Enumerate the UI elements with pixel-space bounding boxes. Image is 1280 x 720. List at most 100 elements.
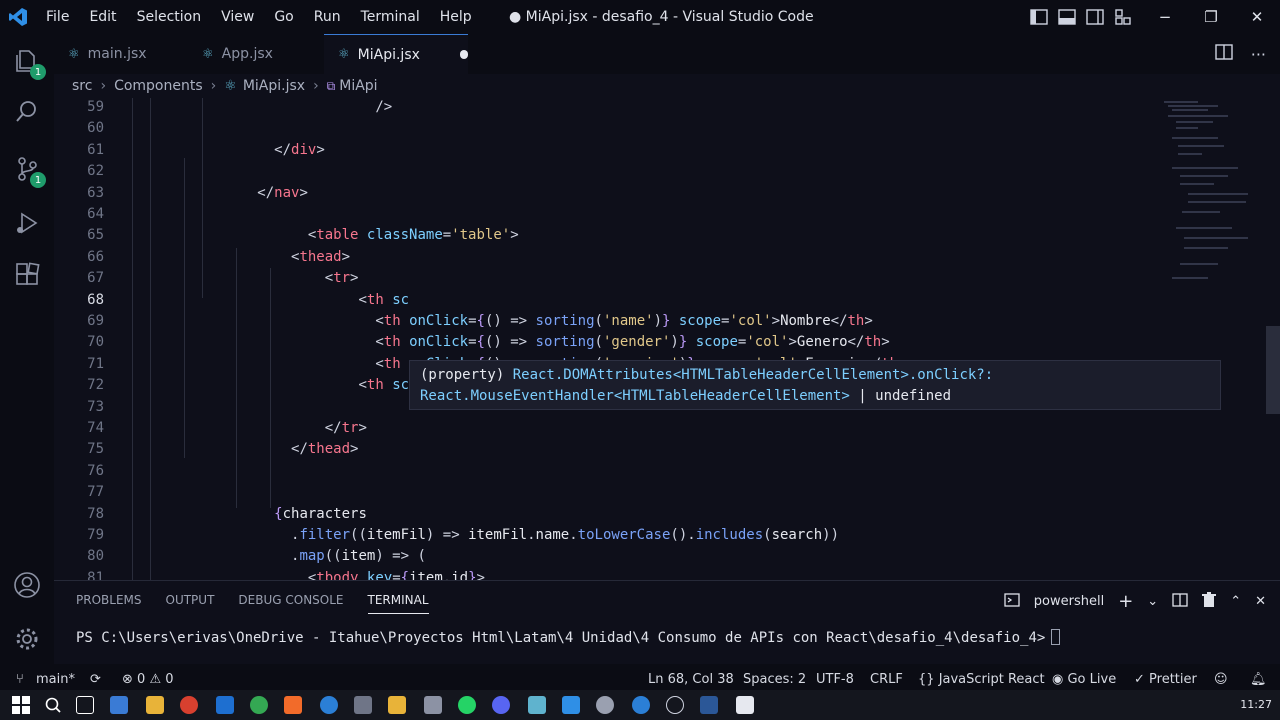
account-icon[interactable] (12, 570, 42, 600)
panel-actions: powershell + ⌄ ⌃ ✕ (1004, 591, 1266, 612)
menu-edit[interactable]: Edit (79, 0, 126, 34)
editor-scrollbar[interactable] (1266, 326, 1280, 414)
code-line[interactable]: <th onClick={() => sorting('name')} scop… (375, 313, 872, 329)
split-editor-icon[interactable] (1215, 43, 1233, 65)
customize-layout-icon[interactable] (1114, 8, 1132, 26)
breadcrumb-file[interactable]: MiApi.jsx (243, 78, 305, 94)
windows-start-icon[interactable] (12, 696, 30, 714)
outlook-icon[interactable] (216, 696, 234, 714)
code-token: key (366, 569, 393, 580)
tab-terminal[interactable]: TERMINAL (367, 593, 429, 614)
taskbar-app-icon[interactable] (632, 696, 650, 714)
discord-icon[interactable] (492, 696, 510, 714)
extensions-icon[interactable] (12, 260, 42, 290)
code-line[interactable]: <thead> (291, 249, 350, 265)
code-line[interactable]: {characters (274, 506, 367, 522)
taskbar-app-icon[interactable] (424, 696, 442, 714)
breadcrumb-src[interactable]: src (72, 78, 92, 94)
code-token: sorting (535, 313, 595, 329)
code-line[interactable]: <table className='table'> (308, 227, 519, 243)
whatsapp-icon[interactable] (458, 696, 476, 714)
taskbar-app-icon[interactable] (354, 696, 372, 714)
taskbar-app-icon[interactable] (666, 696, 684, 714)
chrome-icon[interactable] (250, 696, 268, 714)
menu-terminal[interactable]: Terminal (351, 0, 430, 34)
toggle-primary-sidebar-icon[interactable] (1030, 8, 1048, 26)
code-line[interactable]: </thead> (291, 441, 358, 457)
code-line[interactable]: </tr> (325, 420, 367, 436)
menu-go[interactable]: Go (264, 0, 303, 34)
minimap[interactable] (1158, 98, 1258, 298)
taskbar-app-icon[interactable] (736, 696, 754, 714)
hover-line-1: (property) React.DOMAttributes<HTMLTable… (420, 367, 994, 383)
menu-view[interactable]: View (211, 0, 264, 34)
taskbar-app-icon[interactable] (388, 696, 406, 714)
minimize-button[interactable]: − (1142, 0, 1188, 34)
taskbar-app-icon[interactable] (110, 696, 128, 714)
search-icon[interactable] (12, 96, 42, 126)
code-line[interactable]: </nav> (257, 185, 308, 201)
code-line[interactable]: <tr> (325, 270, 359, 286)
tab-debug-console[interactable]: DEBUG CONSOLE (238, 593, 343, 614)
code-token: </ (830, 313, 848, 329)
menu-selection[interactable]: Selection (127, 0, 212, 34)
breadcrumb-components[interactable]: Components (114, 78, 203, 94)
taskbar-app-icon[interactable] (596, 696, 614, 714)
breadcrumb-symbol[interactable]: MiApi (339, 78, 377, 94)
chevron-down-icon[interactable]: ⌄ (1147, 594, 1158, 609)
line-number: 77 (87, 484, 104, 501)
explorer-icon[interactable]: 1 (12, 46, 46, 80)
menu-file[interactable]: File (36, 0, 79, 34)
code-line[interactable]: .filter((itemFil) => itemFil.name.toLowe… (291, 527, 839, 543)
taskbar-app-icon[interactable] (180, 696, 198, 714)
code-line[interactable]: .map((item) => ( (291, 548, 426, 564)
split-terminal-icon[interactable] (1172, 592, 1188, 612)
code-line[interactable]: <tbody key={item.id}> (308, 570, 485, 580)
terminal-shell-label[interactable]: powershell (1034, 594, 1104, 609)
code-token: 'name' (602, 313, 654, 329)
close-button[interactable]: ✕ (1234, 0, 1280, 34)
unsaved-dot-icon[interactable] (459, 50, 468, 59)
tab-app-jsx[interactable]: ⚛ App.jsx (188, 34, 324, 74)
code-line[interactable]: <th sc (358, 292, 409, 308)
code-line[interactable]: </div> (274, 142, 325, 158)
code-token: tbody (316, 569, 359, 580)
run-debug-icon[interactable] (12, 208, 42, 238)
new-terminal-icon[interactable]: + (1118, 591, 1133, 612)
brave-icon[interactable] (284, 696, 302, 714)
file-explorer-icon[interactable] (146, 696, 164, 714)
code-token: > (358, 420, 367, 436)
taskbar-search-icon[interactable] (44, 696, 62, 714)
trash-icon[interactable] (1202, 591, 1217, 612)
toggle-secondary-sidebar-icon[interactable] (1086, 8, 1104, 26)
line-number: 81 (87, 569, 104, 580)
settings-gear-icon[interactable] (12, 624, 42, 654)
restore-button[interactable]: ❐ (1188, 0, 1234, 34)
code-token: > (771, 313, 781, 329)
taskbar-app-icon[interactable] (528, 696, 546, 714)
toggle-panel-icon[interactable] (1058, 8, 1076, 26)
close-panel-icon[interactable]: ✕ (1255, 594, 1266, 609)
word-icon[interactable] (700, 696, 718, 714)
code-line[interactable]: <th onClick={() => sorting('gender')} sc… (375, 334, 889, 350)
code-editor[interactable]: 59 60 61 62 63 64 65 66 67 68 69 70 71 72 73 74 75 76 77 78… (54, 98, 1280, 580)
task-view-icon[interactable] (76, 696, 94, 714)
code-token: characters (282, 505, 367, 522)
vscode-taskbar-icon[interactable] (562, 696, 580, 714)
menu-help[interactable]: Help (430, 0, 482, 34)
code-token: > (864, 313, 873, 329)
source-control-icon[interactable]: 1 (12, 154, 46, 188)
code-line[interactable]: /> (375, 99, 392, 115)
tab-main-jsx[interactable]: ⚛ main.jsx (54, 34, 188, 74)
code-token: ) => ( (375, 548, 426, 565)
code-token: < (358, 291, 367, 308)
tab-problems[interactable]: PROBLEMS (76, 593, 142, 614)
terminal-output[interactable]: PS C:\Users\erivas\OneDrive - Itahue\Pro… (76, 629, 1061, 646)
tab-miapi-jsx[interactable]: ⚛ MiApi.jsx (324, 34, 468, 74)
more-actions-icon[interactable]: ··· (1251, 45, 1266, 64)
edge-icon[interactable] (320, 696, 338, 714)
source-control-badge: 1 (30, 172, 46, 188)
menu-run[interactable]: Run (304, 0, 351, 34)
maximize-panel-icon[interactable]: ⌃ (1230, 594, 1241, 609)
tab-output[interactable]: OUTPUT (166, 593, 215, 614)
